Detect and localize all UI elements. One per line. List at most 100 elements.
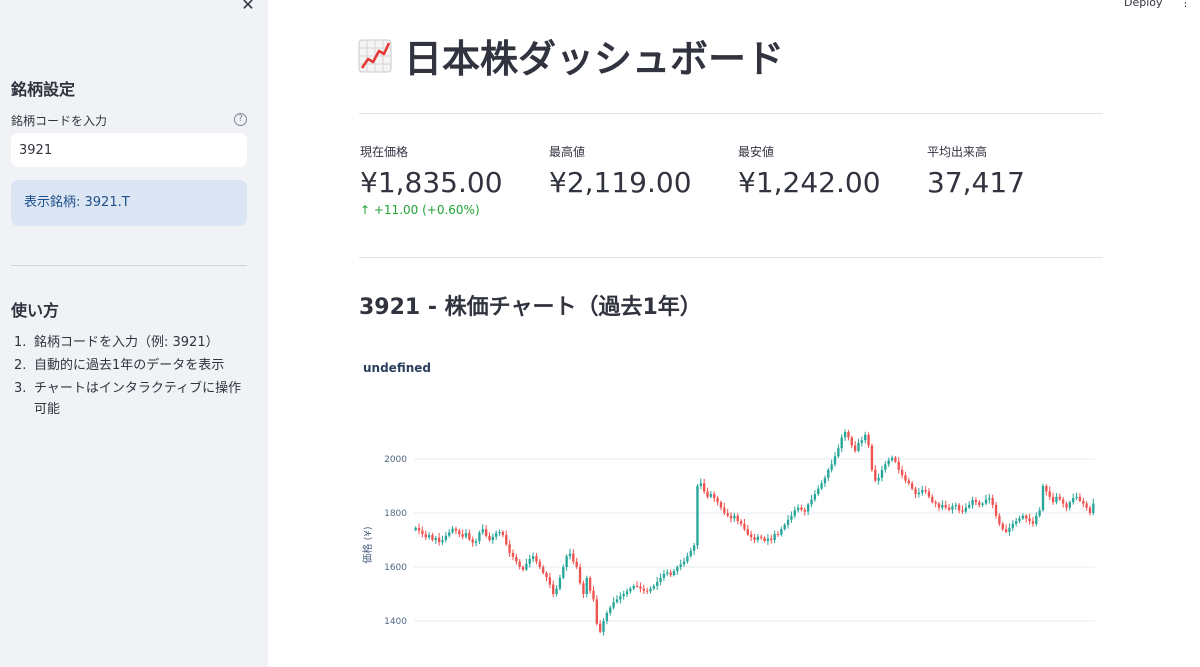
candle-up[interactable] bbox=[790, 515, 793, 520]
candle-up[interactable] bbox=[1035, 515, 1038, 524]
candle-up[interactable] bbox=[498, 531, 501, 534]
candle-down[interactable] bbox=[1085, 503, 1088, 508]
candle-down[interactable] bbox=[1045, 486, 1048, 492]
candle-up[interactable] bbox=[840, 437, 843, 449]
candle-down[interactable] bbox=[957, 504, 961, 511]
candle-down[interactable] bbox=[552, 584, 555, 594]
candle-up[interactable] bbox=[833, 456, 837, 465]
candle-up[interactable] bbox=[887, 460, 890, 465]
candle-down[interactable] bbox=[578, 567, 582, 584]
candle-up[interactable] bbox=[780, 529, 783, 535]
candle-up[interactable] bbox=[830, 464, 833, 470]
candle-down[interactable] bbox=[511, 552, 515, 557]
candle-up[interactable] bbox=[884, 464, 887, 470]
candle-up[interactable] bbox=[964, 507, 968, 512]
candle-down[interactable] bbox=[927, 491, 931, 497]
candle-up[interactable] bbox=[427, 535, 431, 538]
candle-up[interactable] bbox=[954, 504, 957, 507]
candle-down[interactable] bbox=[505, 535, 508, 545]
candle-down[interactable] bbox=[599, 623, 602, 632]
candle-up[interactable] bbox=[857, 442, 860, 451]
candle-down[interactable] bbox=[716, 498, 719, 503]
candle-up[interactable] bbox=[951, 506, 954, 510]
candle-down[interactable] bbox=[746, 529, 749, 535]
candle-down[interactable] bbox=[572, 553, 575, 562]
candle-up[interactable] bbox=[676, 567, 679, 572]
candle-down[interactable] bbox=[518, 561, 521, 567]
candle-down[interactable] bbox=[934, 502, 937, 504]
deploy-button[interactable]: Deploy bbox=[1124, 0, 1163, 9]
candle-down[interactable] bbox=[548, 577, 552, 585]
candle-up[interactable] bbox=[451, 528, 454, 533]
candle-up[interactable] bbox=[656, 581, 659, 586]
candle-down[interactable] bbox=[931, 496, 934, 503]
candle-down[interactable] bbox=[937, 503, 941, 508]
candle-down[interactable] bbox=[847, 432, 850, 438]
sidebar-close-button[interactable]: ✕ bbox=[238, 0, 258, 14]
candle-up[interactable] bbox=[615, 599, 619, 603]
candle-down[interactable] bbox=[515, 556, 518, 562]
candle-down[interactable] bbox=[635, 585, 639, 587]
candle-down[interactable] bbox=[1061, 499, 1065, 504]
candle-down[interactable] bbox=[431, 535, 434, 540]
candle-up[interactable] bbox=[988, 498, 991, 500]
candle-down[interactable] bbox=[867, 434, 870, 446]
candle-down[interactable] bbox=[947, 507, 951, 510]
candle-up[interactable] bbox=[1021, 515, 1025, 519]
candle-up[interactable] bbox=[786, 519, 790, 525]
candle-down[interactable] bbox=[739, 521, 743, 524]
candle-up[interactable] bbox=[565, 556, 568, 567]
candle-down[interactable] bbox=[1001, 523, 1004, 530]
candle-up[interactable] bbox=[448, 532, 451, 536]
candle-down[interactable] bbox=[974, 500, 978, 503]
candle-down[interactable] bbox=[437, 537, 441, 543]
candle-down[interactable] bbox=[545, 572, 548, 578]
candle-down[interactable] bbox=[1048, 491, 1051, 497]
price-chart[interactable]: 1400 1600 1800 2000 価格 (¥) undefined bbox=[359, 355, 1103, 667]
candle-down[interactable] bbox=[760, 536, 763, 538]
candle-down[interactable] bbox=[776, 534, 780, 536]
candle-up[interactable] bbox=[1055, 496, 1058, 503]
candle-down[interactable] bbox=[706, 491, 709, 497]
candle-up[interactable] bbox=[766, 538, 770, 542]
candle-up[interactable] bbox=[890, 457, 894, 461]
candle-up[interactable] bbox=[696, 486, 699, 546]
candle-up[interactable] bbox=[444, 535, 448, 540]
candle-down[interactable] bbox=[488, 535, 491, 540]
candle-up[interactable] bbox=[1041, 486, 1045, 511]
candle-up[interactable] bbox=[1068, 502, 1072, 508]
candle-up[interactable] bbox=[652, 585, 656, 589]
candle-down[interactable] bbox=[897, 461, 900, 470]
candle-up[interactable] bbox=[773, 534, 776, 540]
candle-up[interactable] bbox=[837, 448, 840, 457]
candle-up[interactable] bbox=[605, 612, 609, 621]
candle-down[interactable] bbox=[944, 504, 947, 508]
candle-up[interactable] bbox=[612, 602, 615, 608]
candle-down[interactable] bbox=[723, 507, 726, 513]
candle-down[interactable] bbox=[669, 572, 672, 576]
candle-down[interactable] bbox=[541, 567, 545, 573]
candle-down[interactable] bbox=[703, 483, 706, 492]
candle-down[interactable] bbox=[535, 556, 538, 562]
candle-up[interactable] bbox=[941, 504, 944, 508]
candle-down[interactable] bbox=[850, 437, 853, 446]
candle-up[interactable] bbox=[562, 567, 565, 578]
candle-up[interactable] bbox=[525, 563, 528, 570]
candle-up[interactable] bbox=[1075, 496, 1078, 499]
candle-down[interactable] bbox=[588, 577, 592, 591]
candle-up[interactable] bbox=[558, 577, 562, 589]
candle-down[interactable] bbox=[645, 590, 649, 592]
main-menu-icon[interactable]: ⋮ bbox=[1180, 0, 1191, 9]
candle-up[interactable] bbox=[699, 483, 702, 486]
candle-down[interactable] bbox=[726, 513, 729, 516]
candle-down[interactable] bbox=[729, 515, 733, 519]
candle-down[interactable] bbox=[770, 538, 773, 540]
candle-down[interactable] bbox=[417, 527, 421, 531]
candle-down[interactable] bbox=[1025, 515, 1028, 519]
candle-down[interactable] bbox=[736, 515, 739, 522]
candle-down[interactable] bbox=[639, 586, 642, 589]
candle-down[interactable] bbox=[538, 561, 541, 567]
candle-down[interactable] bbox=[753, 537, 756, 540]
candle-down[interactable] bbox=[874, 469, 877, 481]
candle-up[interactable] bbox=[478, 532, 481, 542]
